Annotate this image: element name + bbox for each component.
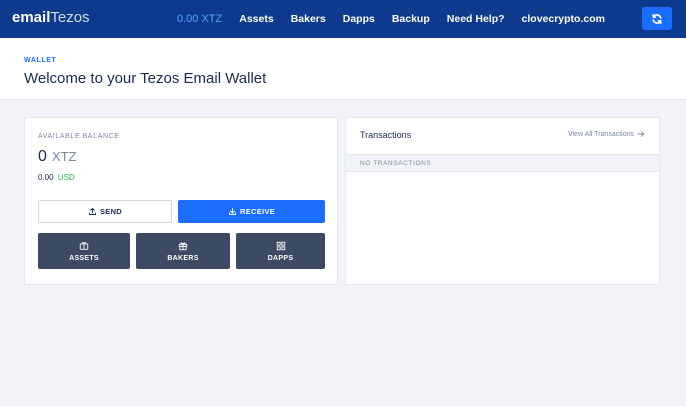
receive-button[interactable]: RECEIVE bbox=[178, 200, 325, 223]
bakers-tile-button[interactable]: BAKERS bbox=[136, 233, 230, 269]
breadcrumb: WALLET bbox=[24, 57, 57, 64]
fiat-balance: 0.00 USD bbox=[38, 173, 75, 182]
dapps-tile-button[interactable]: DAPPS bbox=[236, 233, 325, 269]
no-transactions-row: NO TRANSACTIONS bbox=[346, 155, 659, 172]
nav-item-bakers[interactable]: Bakers bbox=[291, 13, 326, 25]
wallet-card: AVAILABLE BALANCE 0 XTZ 0.00 USD SEND RE… bbox=[24, 117, 338, 285]
main-nav: 0.00 XTZ Assets Bakers Dapps Backup Need… bbox=[177, 0, 622, 38]
fiat-unit: USD bbox=[57, 173, 75, 182]
send-button[interactable]: SEND bbox=[38, 200, 172, 223]
nav-item-help[interactable]: Need Help? bbox=[447, 13, 505, 25]
refresh-icon bbox=[652, 13, 662, 24]
view-all-transactions-label: View All Transactions bbox=[567, 130, 634, 138]
arrow-right-icon bbox=[637, 131, 645, 137]
view-all-transactions-link[interactable]: View All Transactions bbox=[568, 130, 645, 138]
no-transactions-label: NO TRANSACTIONS bbox=[360, 160, 432, 167]
grid-icon bbox=[276, 241, 285, 250]
available-balance-label: AVAILABLE BALANCE bbox=[38, 133, 120, 140]
bakers-tile-label: BAKERS bbox=[167, 254, 199, 262]
upload-icon bbox=[89, 208, 96, 215]
download-icon bbox=[228, 208, 236, 215]
wallet-icon bbox=[79, 241, 89, 250]
nav-item-dapps[interactable]: Dapps bbox=[343, 13, 375, 25]
receive-button-label: RECEIVE bbox=[239, 207, 276, 216]
nav-item-backup[interactable]: Backup bbox=[392, 13, 430, 25]
balance-unit: XTZ bbox=[51, 149, 77, 164]
transactions-title: Transactions bbox=[360, 130, 412, 140]
brand-logo[interactable]: emailTezos bbox=[12, 9, 90, 27]
assets-tile-label: ASSETS bbox=[69, 254, 99, 262]
balance-row: 0 XTZ bbox=[38, 148, 76, 166]
page-title: Welcome to your Tezos Email Wallet bbox=[24, 70, 267, 87]
gift-icon bbox=[178, 242, 188, 250]
send-button-label: SEND bbox=[99, 207, 123, 216]
brand-logo-part1: email bbox=[12, 9, 51, 26]
brand-logo-part2: Tezos bbox=[50, 9, 90, 26]
assets-tile-button[interactable]: ASSETS bbox=[38, 233, 130, 269]
top-nav-bar: emailTezos 0.00 XTZ Assets Bakers Dapps … bbox=[0, 0, 686, 38]
page-header: WALLET Welcome to your Tezos Email Walle… bbox=[0, 38, 686, 100]
refresh-button[interactable] bbox=[642, 7, 672, 30]
nav-balance[interactable]: 0.00 XTZ bbox=[177, 13, 222, 25]
balance-value: 0 bbox=[38, 148, 47, 165]
nav-item-clovecrypto[interactable]: clovecrypto.com bbox=[522, 13, 605, 25]
dapps-tile-label: DAPPS bbox=[267, 254, 294, 262]
transactions-card: Transactions View All Transactions NO TR… bbox=[345, 117, 660, 285]
fiat-value: 0.00 bbox=[38, 173, 54, 182]
nav-item-assets[interactable]: Assets bbox=[239, 13, 273, 25]
